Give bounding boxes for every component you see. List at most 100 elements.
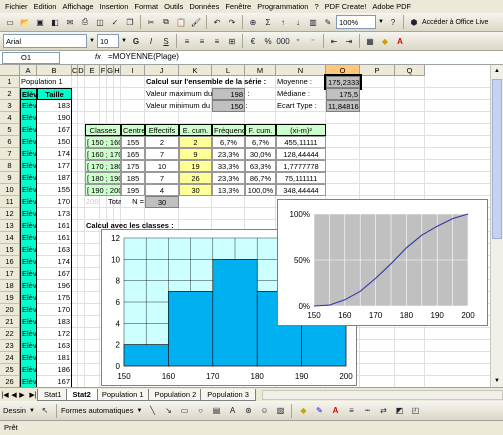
classes-cell[interactable]: [ 150 ; 160 [ — [85, 136, 121, 148]
cut-icon[interactable]: ✂ — [144, 15, 158, 29]
student-height[interactable]: 163 — [37, 244, 72, 256]
student-name[interactable]: Elève 18 — [20, 304, 37, 316]
menu-pdf-create[interactable]: PDF Create! — [322, 2, 370, 11]
tab-population-2[interactable]: Population 2 — [147, 388, 204, 401]
student-height[interactable]: 190 — [37, 112, 72, 124]
classes-cell[interactable]: 155 — [121, 136, 145, 148]
classes-cell[interactable]: 9 — [179, 148, 212, 160]
student-height[interactable]: 183 — [37, 100, 72, 112]
row-header-3[interactable]: 3 — [0, 100, 20, 112]
fx-icon[interactable]: fx — [95, 52, 101, 61]
row-header-18[interactable]: 18 — [0, 280, 20, 292]
row-header-6[interactable]: 6 — [0, 136, 20, 148]
classes-cell[interactable]: 6,7% — [245, 136, 276, 148]
column-header-L[interactable]: L — [212, 65, 245, 76]
column-header-H[interactable]: H — [114, 65, 121, 76]
classes-cell[interactable]: 26 — [179, 172, 212, 184]
open-icon[interactable]: 📂 — [18, 15, 32, 29]
menu-edition[interactable]: Edition — [31, 2, 60, 11]
bold-icon[interactable]: G — [129, 34, 143, 48]
column-header-F[interactable]: F — [100, 65, 107, 76]
classes-cell[interactable]: 165 — [121, 148, 145, 160]
scroll-thumb[interactable] — [492, 79, 502, 239]
student-height[interactable]: 174 — [37, 148, 72, 160]
hyperlink-icon[interactable]: ⊕ — [246, 15, 260, 29]
chart-wizard-icon[interactable]: ▥ — [306, 15, 320, 29]
classes-cell[interactable]: 30 — [179, 184, 212, 196]
student-height[interactable]: 183 — [37, 316, 72, 328]
row-header-25[interactable]: 25 — [0, 364, 20, 376]
tab-stat1[interactable]: Stat1 — [37, 388, 69, 401]
student-name[interactable]: Elève 19 — [20, 316, 37, 328]
student-name[interactable]: Elève 2 — [20, 112, 37, 124]
menu-fenetre[interactable]: Fenêtre — [222, 2, 254, 11]
classes-cell[interactable]: [ 170 ; 180 [ — [85, 160, 121, 172]
decrease-indent-icon[interactable]: ⇤ — [327, 34, 341, 48]
student-name[interactable]: Elève 10 — [20, 208, 37, 220]
paste-icon[interactable]: 📋 — [174, 15, 188, 29]
spelling-icon[interactable]: ✓ — [108, 15, 122, 29]
row-header-19[interactable]: 19 — [0, 292, 20, 304]
row-header-17[interactable]: 17 — [0, 268, 20, 280]
classes-cell[interactable]: 128,44444 — [276, 148, 326, 160]
student-height[interactable]: 174 — [37, 256, 72, 268]
format-painter-icon[interactable]: 🖌 — [189, 15, 203, 29]
menu-insertion[interactable]: Insertion — [97, 2, 132, 11]
worksheet-grid[interactable]: A B C D E F G H I J K L M N O P Q 1 2 3 4 5 6 7 8 9 10 11 12 13 14 15 16… — [0, 65, 490, 387]
classes-cell[interactable]: [ 180 ; 190 [ — [85, 172, 121, 184]
drawing-icon[interactable]: ✎ — [321, 15, 335, 29]
student-name[interactable]: Elève 17 — [20, 292, 37, 304]
tab-population-1[interactable]: Population 1 — [94, 388, 151, 401]
column-header-B[interactable]: B — [37, 65, 72, 76]
student-height[interactable]: 181 — [37, 352, 72, 364]
autosum-icon[interactable]: Σ — [261, 15, 275, 29]
classes-cell[interactable]: 6,7% — [212, 136, 245, 148]
print-preview-icon[interactable]: ◫ — [93, 15, 107, 29]
draw-font-color-icon[interactable]: A — [328, 404, 342, 418]
tab-stat2[interactable]: Stat2 — [65, 388, 98, 401]
font-combo[interactable]: Arial — [3, 34, 87, 48]
student-height[interactable]: 177 — [37, 160, 72, 172]
student-height[interactable]: 161 — [37, 232, 72, 244]
header-taille[interactable]: Taille — [37, 88, 72, 100]
student-name[interactable]: Elève 13 — [20, 244, 37, 256]
classes-cell[interactable]: [ 160 ; 170 [ — [85, 148, 121, 160]
name-box[interactable]: O1 — [2, 52, 60, 64]
student-height[interactable]: 150 — [37, 136, 72, 148]
classes-cell[interactable]: 30,0% — [245, 148, 276, 160]
redo-icon[interactable]: ↷ — [225, 15, 239, 29]
fill-color-icon[interactable]: ◆ — [378, 34, 392, 48]
picture-icon[interactable]: ▨ — [273, 404, 287, 418]
max-value[interactable]: 198 — [212, 88, 245, 100]
student-name[interactable]: Elève 21 — [20, 340, 37, 352]
student-name[interactable]: Elève 7 — [20, 172, 37, 184]
classes-cell[interactable]: 75,111111 — [276, 172, 326, 184]
student-height[interactable]: 155 — [37, 184, 72, 196]
row-header-1[interactable]: 1 — [0, 76, 20, 88]
student-height[interactable]: 175 — [37, 292, 72, 304]
classes-cell[interactable]: 195 — [121, 184, 145, 196]
student-height[interactable]: 170 — [37, 304, 72, 316]
oval-icon[interactable]: ○ — [193, 404, 207, 418]
student-height[interactable]: 167 — [37, 124, 72, 136]
column-header-P[interactable]: P — [360, 65, 395, 76]
arrow-icon[interactable]: ↘ — [161, 404, 175, 418]
row-header-16[interactable]: 16 — [0, 256, 20, 268]
autoshapes-menu[interactable]: Formes automatiques — [61, 406, 134, 415]
line-color-icon[interactable]: ✎ — [312, 404, 326, 418]
scroll-up-icon[interactable]: ▲ — [491, 65, 503, 77]
thousands-icon[interactable]: 000 — [276, 34, 290, 48]
student-height[interactable]: 170 — [37, 196, 72, 208]
classes-cell[interactable]: [ 190 ; 200 [ — [85, 184, 121, 196]
student-height[interactable]: 186 — [37, 364, 72, 376]
row-header-5[interactable]: 5 — [0, 124, 20, 136]
classes-cell[interactable]: 1,7777778 — [276, 160, 326, 172]
new-icon[interactable]: ▭ — [3, 15, 17, 29]
student-name[interactable]: Elève 14 — [20, 256, 37, 268]
row-header-10[interactable]: 10 — [0, 184, 20, 196]
classes-cell[interactable]: 33,3% — [212, 160, 245, 172]
stat-value[interactable]: 11,84816 — [326, 100, 360, 112]
student-name[interactable]: Elève 24 — [20, 376, 37, 387]
classes-cell[interactable]: 175 — [121, 160, 145, 172]
header-eleve[interactable]: Elève — [20, 88, 37, 100]
